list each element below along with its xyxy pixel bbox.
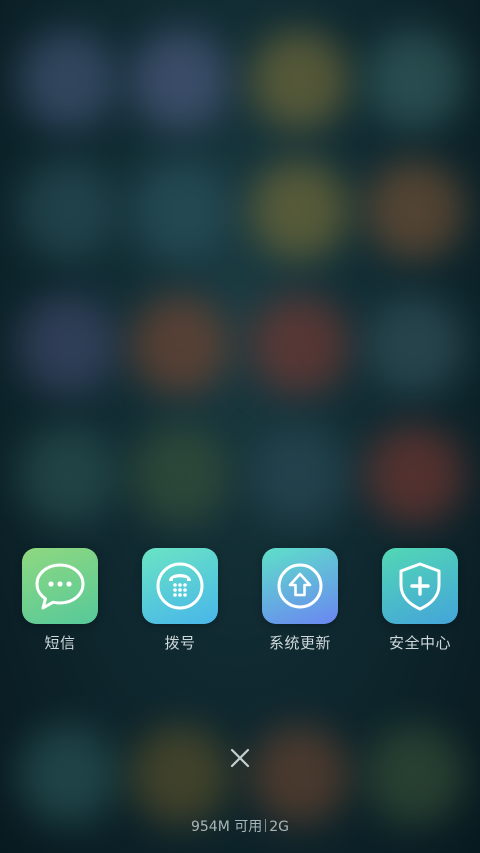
recent-apps-row: 短信 拨号 系统更新 安全中心 <box>0 548 480 658</box>
message-bubble-icon <box>35 563 85 610</box>
security-center-app-icon[interactable] <box>382 548 458 624</box>
blurred-dock-icon <box>365 725 465 825</box>
system-update-app-icon[interactable] <box>262 548 338 624</box>
blurred-dock-icon <box>130 725 230 825</box>
blurred-app-icon <box>18 295 118 395</box>
memory-available-text: 954M 可用 <box>190 819 263 835</box>
blurred-app-icon <box>250 30 350 130</box>
recent-app-system-update[interactable]: 系统更新 <box>240 548 360 658</box>
messages-app-icon[interactable] <box>22 548 98 624</box>
dialer-app-icon[interactable] <box>142 548 218 624</box>
shield-plus-icon <box>399 562 441 611</box>
blurred-dock-icon <box>18 725 118 825</box>
blurred-home-screen-background <box>0 0 480 853</box>
recent-app-label: 拨号 <box>164 634 196 652</box>
rotary-phone-icon <box>156 562 204 610</box>
recent-app-security-center[interactable]: 安全中心 <box>360 548 480 658</box>
close-icon <box>230 748 250 768</box>
blurred-app-icon <box>250 295 350 395</box>
blurred-app-icon <box>365 425 465 525</box>
recent-app-dialer[interactable]: 拨号 <box>120 548 240 658</box>
clear-recent-apps-button[interactable] <box>222 740 258 776</box>
upload-arrow-icon <box>277 563 323 609</box>
blurred-app-icon <box>130 295 230 395</box>
recent-app-messages[interactable]: 短信 <box>0 548 120 658</box>
blurred-app-icon <box>18 160 118 260</box>
memory-status: 954M 可用 2G <box>0 816 480 836</box>
blurred-app-icon <box>365 295 465 395</box>
recent-app-label: 安全中心 <box>388 634 451 652</box>
blurred-app-icon <box>365 160 465 260</box>
blurred-app-icon <box>18 425 118 525</box>
blurred-app-icon <box>130 30 230 130</box>
memory-separator <box>265 819 267 832</box>
blurred-app-icon <box>250 425 350 525</box>
blurred-app-icon <box>130 425 230 525</box>
blurred-app-icon <box>18 30 118 130</box>
blurred-app-icon <box>365 30 465 130</box>
memory-total-text: 2G <box>269 819 290 835</box>
recent-app-label: 系统更新 <box>268 634 331 652</box>
blurred-app-icon <box>130 160 230 260</box>
blurred-dock-icon <box>250 725 350 825</box>
recent-app-label: 短信 <box>44 634 76 652</box>
blurred-app-icon <box>250 160 350 260</box>
